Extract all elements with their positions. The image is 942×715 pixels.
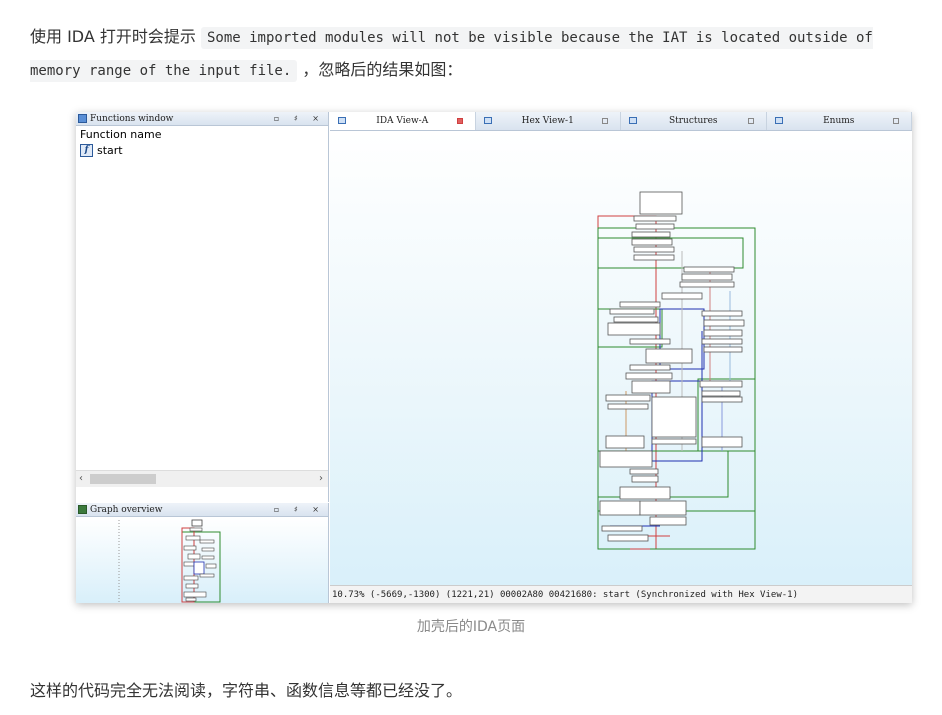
hex-icon <box>483 117 492 124</box>
status-bar: 10.73% (-5669,-1300) (1221,21) 00002A80 … <box>330 585 912 603</box>
tab-label: Structures <box>668 116 718 126</box>
graph-overview-header[interactable]: Graph overview ▫ ♯ × <box>76 503 328 517</box>
ida-screenshot: Functions window ▫ ♯ × Function name f s… <box>76 112 912 603</box>
conclusion-paragraph: 这样的代码完全无法阅读，字符串、函数信息等都已经没了。 <box>30 681 463 700</box>
graph-canvas[interactable] <box>330 131 912 585</box>
intro-paragraph: 使用 IDA 打开时会提示 Some imported modules will… <box>30 21 920 87</box>
figure-caption: 加壳后的IDA页面 <box>416 619 526 635</box>
scroll-right-icon[interactable]: › <box>319 471 323 487</box>
horizontal-scrollbar[interactable]: ‹ › <box>76 470 328 487</box>
graph-overview-icon <box>78 505 87 514</box>
intro-suffix: ，忽略后的结果如图： <box>302 60 463 79</box>
function-name: start <box>97 144 123 157</box>
tab-structures[interactable]: Structures <box>621 112 767 130</box>
function-icon: f <box>80 144 93 157</box>
graph-overview-canvas[interactable] <box>76 518 328 603</box>
close-icon[interactable] <box>747 118 754 124</box>
function-name-column-header[interactable]: Function name <box>76 126 328 143</box>
pane-controls[interactable]: ▫ ♯ × <box>274 503 325 517</box>
functions-window-icon <box>78 114 87 123</box>
scroll-thumb[interactable] <box>90 474 156 484</box>
function-row-start[interactable]: f start <box>76 143 328 158</box>
tab-hex-view-1[interactable]: Hex View-1 <box>476 112 621 130</box>
tab-label: Enums <box>823 116 855 126</box>
functions-window-header[interactable]: Functions window ▫ ♯ × <box>76 112 328 126</box>
pane-controls[interactable]: ▫ ♯ × <box>274 112 325 126</box>
tab-ida-view-a[interactable]: IDA View-A <box>330 112 476 130</box>
ida-view-area: IDA View-A Hex View-1 Structures Enums 1… <box>330 112 912 603</box>
control-flow-graph <box>597 191 756 550</box>
functions-window-title: Functions window <box>90 114 174 124</box>
overview-thumbnail <box>118 519 221 603</box>
close-icon[interactable] <box>602 118 608 124</box>
structures-icon <box>629 117 637 124</box>
graph-overview-title: Graph overview <box>90 505 163 515</box>
tab-label: IDA View-A <box>376 116 429 126</box>
functions-window: Functions window ▫ ♯ × Function name f s… <box>76 112 329 502</box>
tab-enums[interactable]: Enums <box>767 112 912 130</box>
view-icon <box>338 117 346 124</box>
close-icon[interactable] <box>456 118 463 124</box>
close-icon[interactable] <box>893 118 899 124</box>
intro-prefix: 使用 IDA 打开时会提示 <box>30 27 196 46</box>
view-tabs: IDA View-A Hex View-1 Structures Enums <box>330 112 912 131</box>
tab-label: Hex View-1 <box>521 116 574 126</box>
scroll-left-icon[interactable]: ‹ <box>79 471 83 487</box>
enums-icon <box>774 117 783 124</box>
graph-overview-window: Graph overview ▫ ♯ × <box>76 503 329 603</box>
